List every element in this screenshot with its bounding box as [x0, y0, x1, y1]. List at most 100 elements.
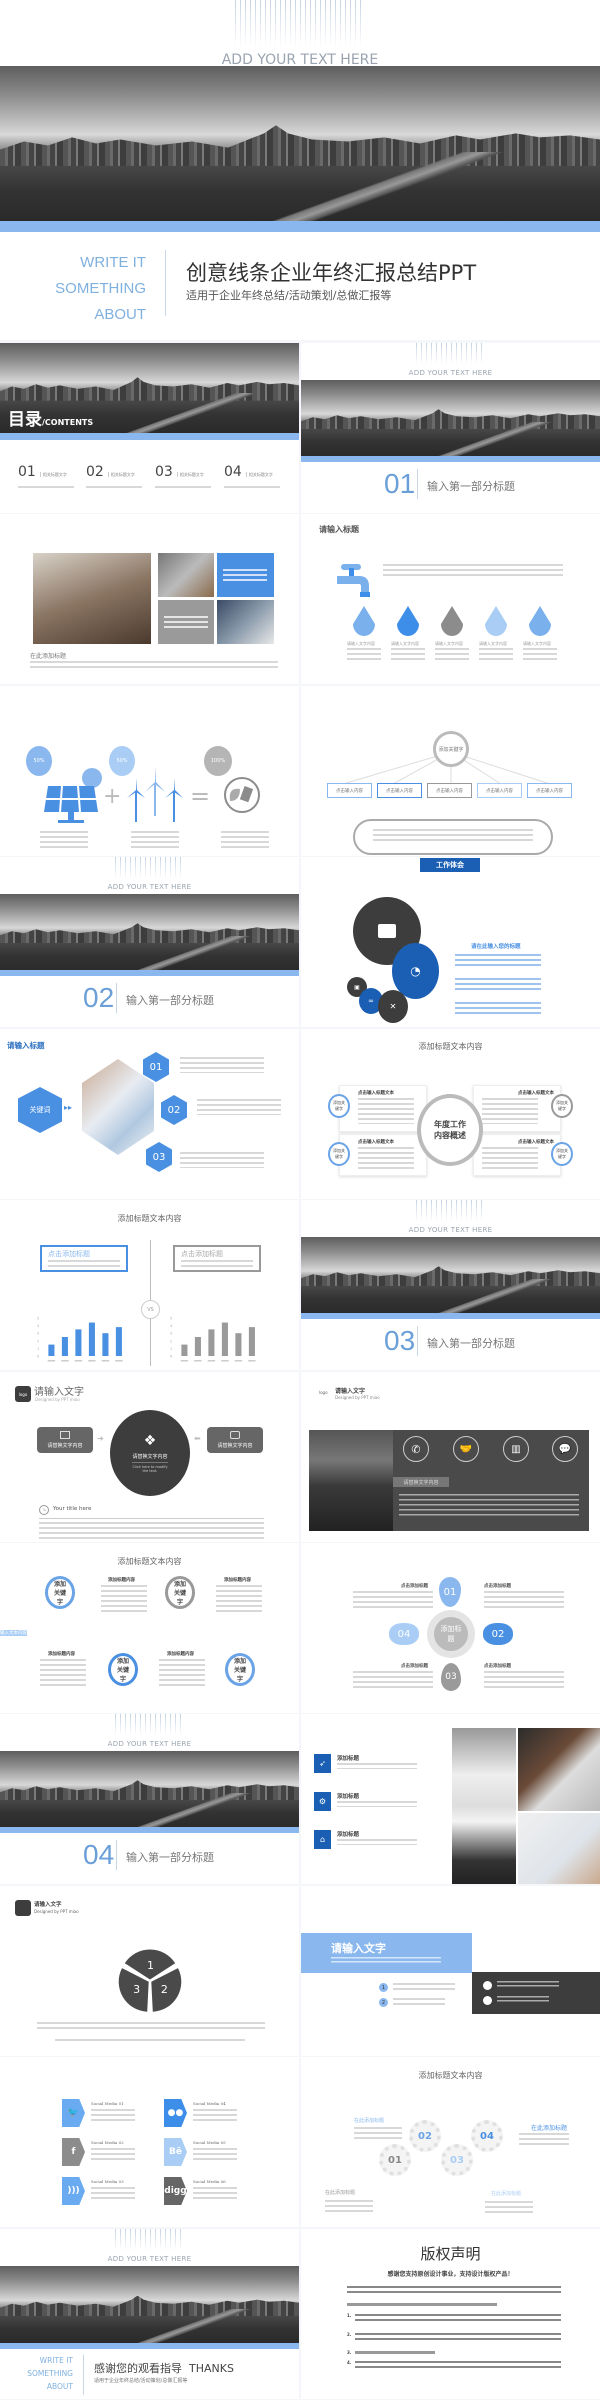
bar-chart-gray: 0 1 2 3 4 5 — [170, 1317, 256, 1362]
y-tick-label: 2 — [37, 1339, 39, 1343]
slide-flow[interactable]: logo 请输入文字 Designed by PPT miao 请替换文字内容 … — [0, 1372, 299, 1542]
handshake-icon[interactable]: 🤝 — [453, 1436, 479, 1462]
decorative-lines — [416, 343, 486, 365]
slide-dark-panel[interactable]: logo 请输入文字 Designed by PPT miao ✆ 🤝 ▥ 💬 … — [301, 1372, 600, 1542]
slide-gears[interactable]: 添加标题文本内容 01 02 03 04 在此添加标题 在此添加标题 在此添加标… — [301, 2057, 600, 2227]
digg-icon[interactable]: digg — [164, 2177, 187, 2205]
bar — [181, 1344, 188, 1356]
number-hexagon: 01 — [143, 1052, 169, 1082]
compare-box-right[interactable]: 点击添加标题 — [173, 1245, 261, 1272]
slide-title: 添加标题文本内容 — [418, 1042, 483, 1051]
slide-thanks[interactable]: ADD YOUR TEXT HERE WRITE IT SOMETHING AB… — [0, 2229, 299, 2399]
section-photo — [0, 894, 299, 971]
rss-icon[interactable]: ))) — [62, 2177, 85, 2205]
slide-blue-box[interactable]: 请输入文字 1 2 — [301, 1886, 600, 2056]
slide-section-01[interactable]: ADD YOUR TEXT HERE 01 输入第一部分标题 — [301, 343, 600, 513]
section-divider — [116, 1840, 117, 1870]
thanks-divider — [83, 2355, 84, 2395]
compare-box-left[interactable]: 点击添加标题 — [40, 1245, 128, 1272]
contents-item[interactable]: 02 相关标题文字 — [86, 461, 146, 491]
tree-box[interactable]: 点击输入内容 — [427, 783, 472, 798]
pie-diagram: 12 3 — [118, 1949, 182, 2012]
slide-section-02[interactable]: ADD YOUR TEXT HERE 02 输入第一部分标题 — [0, 857, 299, 1027]
box-icon — [230, 1431, 240, 1439]
tree-box[interactable]: 点击输入内容 — [527, 783, 572, 798]
slide-photo-collage[interactable]: 在此添加标题 — [0, 514, 299, 684]
hex-text — [197, 1099, 281, 1115]
slide-contents[interactable]: 目录/CONTENTS 01 相关标题文字 02 相关标题文字 03 相关标题文字 0… — [0, 343, 299, 513]
number-hexagon: 03 — [146, 1142, 172, 1172]
contents-item[interactable]: 04 相关标题文字 — [224, 461, 284, 491]
item-title: 添加标题内容 — [167, 1652, 194, 1657]
drop-label: 请输入文字内容 — [523, 641, 551, 646]
social-media-text — [91, 2187, 135, 2199]
content-card: 点击输入标题文本 — [473, 1085, 561, 1132]
link-icon: ∞ — [368, 997, 374, 1005]
contents-title-big: 目录 — [8, 410, 42, 430]
pie-segment-label: 2 — [161, 1983, 168, 1996]
bar — [88, 1322, 95, 1356]
hero-divider — [165, 250, 166, 316]
slide-water-drops[interactable]: 请输入标题 请输入文字内容 请输入文字内容 请输入文字内容 请输入文字内容 请输入文字内… — [301, 514, 600, 684]
facebook-icon[interactable]: f — [62, 2138, 85, 2166]
contents-item[interactable]: 01 相关标题文字 — [18, 461, 78, 491]
tree-box[interactable]: 点击输入内容 — [327, 783, 372, 798]
gear-label: 在此添加标题 — [531, 2125, 568, 2132]
chat-icon[interactable]: 💬 — [552, 1436, 578, 1462]
slide-pie[interactable]: 请输入文字 Designed by PPT miao 12 3 — [0, 1886, 299, 2056]
slide-annual-summary[interactable]: 添加标题文本内容 点击输入标题文本 点击输入标题文本 点击输入标题文本 点击输入… — [301, 1029, 600, 1199]
bar — [221, 1322, 228, 1356]
section-number: 01 — [384, 468, 416, 499]
slide-flower[interactable]: 添加标题 01 02 03 04 点击添加标题 点击添加标题 点击添加标题 点击… — [301, 1543, 600, 1713]
slide-icon-list-photos[interactable]: ➶ 添加标题 ⚙ 添加标题 ⌂ 添加标题 — [301, 1714, 600, 1884]
petal-text — [353, 1591, 433, 1609]
phone-icon[interactable]: ✆ — [403, 1436, 429, 1462]
tree-box[interactable]: 点击输入内容 — [377, 783, 422, 798]
content-card: 点击输入标题文本 — [339, 1134, 427, 1176]
arrow-circle-icon: ↘ — [39, 1505, 49, 1515]
side-line: SOMETHING — [27, 2369, 73, 2378]
y-tick-label: 1 — [170, 1347, 172, 1351]
slide-tree-diagram[interactable]: 添加关键字 点击输入内容 点击输入内容 点击输入内容 点击输入内容 点击输入内容 — [301, 686, 600, 856]
bar — [194, 1337, 201, 1356]
social-media-text — [193, 2148, 237, 2160]
slide-section-04[interactable]: ADD YOUR TEXT HERE 04 输入第一部分标题 — [0, 1714, 299, 1884]
behance-icon[interactable]: Bē — [164, 2138, 187, 2166]
flow-node-left[interactable]: 请替换文字内容 — [37, 1427, 93, 1453]
bar — [235, 1333, 242, 1356]
item-text — [224, 486, 280, 491]
thanks-subtitle: 适用于企业年终总结/活动策划/总做汇报等 — [94, 2378, 188, 2384]
timeline-bar: 输入文本内容 输入文本内容 输入文本内容 输入文本内容 — [0, 1630, 299, 1645]
list-text — [393, 1998, 445, 2005]
slide-work-experience[interactable]: 工作体会 ◔ ▣ ∞ ✕ 请在此输入您的标题 — [301, 857, 600, 1027]
list-num: 1 — [379, 1983, 388, 1992]
side-line: ABOUT — [46, 2382, 73, 2391]
section-number: 02 — [83, 982, 115, 1013]
side-line: WRITE IT — [80, 254, 146, 271]
x-tick-label — [234, 1360, 243, 1362]
flow-center-node[interactable]: ❖ 请替换文字内容 Click here to modify the text. — [110, 1410, 190, 1496]
chart-icon[interactable]: ▥ — [503, 1436, 529, 1462]
copyright-text — [355, 2333, 561, 2342]
work-text — [455, 978, 541, 990]
slide-section-03[interactable]: ADD YOUR TEXT HERE 03 输入第一部分标题 — [301, 1200, 600, 1370]
slide-hexagon[interactable]: 请输入标题 关键词 ▸▸ 01 02 03 — [0, 1029, 299, 1199]
social-media-name: Social Media 05 — [193, 2140, 226, 2145]
twitter-icon[interactable]: 🐦 — [62, 2099, 85, 2127]
slide-copyright[interactable]: 版权声明 感谢您支持原创设计事业，支持设计版权产品！ 1. 2. 3. 4. — [301, 2229, 600, 2399]
section-title: 输入第一部分标题 — [126, 1851, 214, 1864]
percent-badge: 100% — [204, 746, 232, 776]
desk-photo — [518, 1728, 600, 1811]
slide-compare-charts[interactable]: 添加标题文本内容 点击添加标题 点击添加标题 VS 0 1 2 3 4 5 0 1 2 3 4 5 — [0, 1200, 299, 1370]
contents-item[interactable]: 03 相关标题文字 — [155, 461, 215, 491]
slide-social-media[interactable]: 🐦 Social Media 01 ●● Social Media 04 f Social… — [0, 2057, 299, 2227]
tree-box[interactable]: 点击输入内容 — [477, 783, 522, 798]
slide-timeline[interactable]: 添加标题文本内容 输入文本内容 输入文本内容 输入文本内容 输入文本内容 添加关… — [0, 1543, 299, 1713]
city-night-photo — [309, 1430, 393, 1531]
flow-node-right[interactable]: 请替换文字内容 — [207, 1427, 263, 1453]
hex-text — [180, 1057, 264, 1073]
item-title: 添加标题内容 — [48, 1652, 75, 1657]
slide-energy[interactable]: 50% 50% 100% + = — [0, 686, 299, 856]
petal-label: 点击添加标题 — [401, 1664, 428, 1669]
flickr-icon[interactable]: ●● — [164, 2099, 187, 2127]
